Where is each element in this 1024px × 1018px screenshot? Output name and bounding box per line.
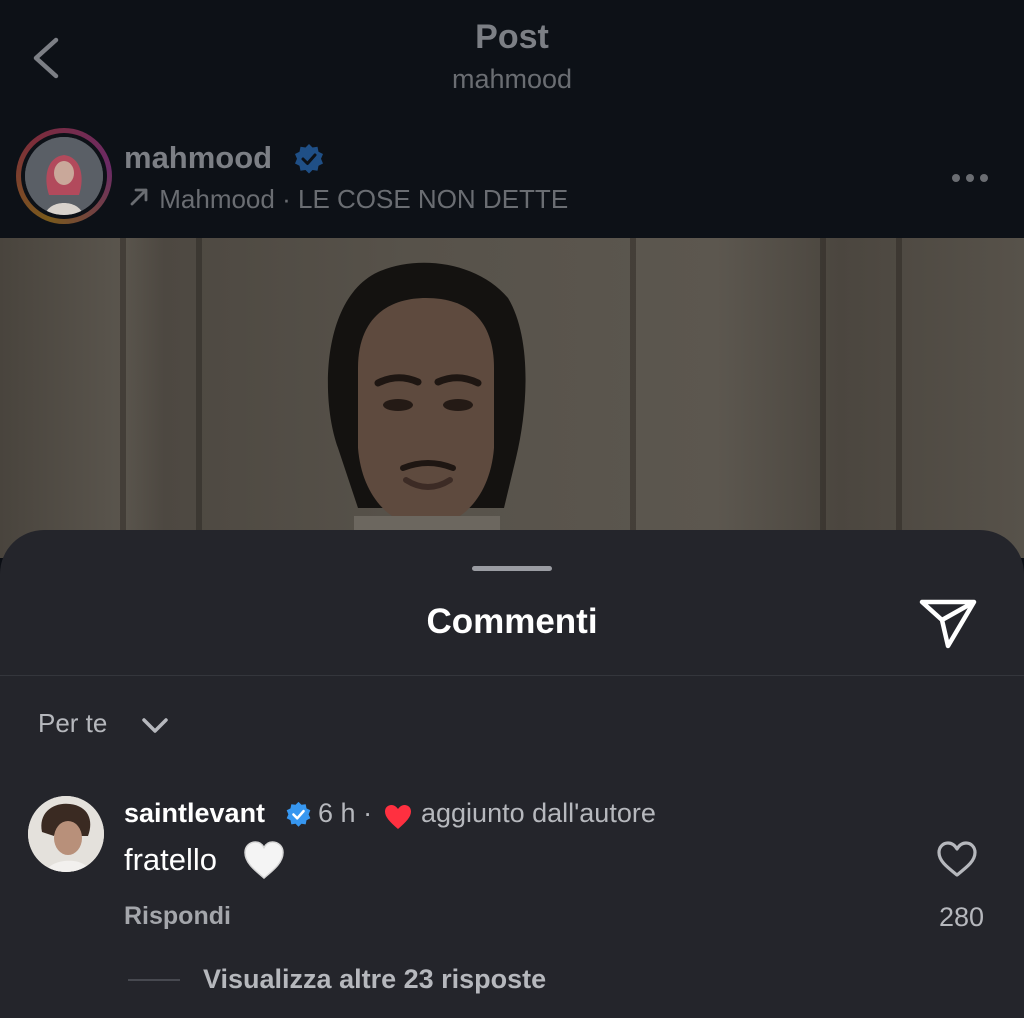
portrait-figure (327, 262, 526, 558)
page-subtitle: mahmood (451, 64, 573, 94)
sheet-divider (0, 675, 1024, 676)
comment-time: 6 h (318, 798, 356, 828)
comment-separator: · (363, 798, 373, 828)
post-image[interactable] (0, 238, 1024, 558)
sort-selector[interactable]: Per te (38, 708, 107, 739)
avatar-image (25, 137, 103, 215)
wall-panel (196, 238, 202, 558)
music-arrow-icon (128, 184, 152, 215)
commenter-username[interactable]: saintlevant (124, 798, 265, 829)
comments-title: Commenti (426, 602, 598, 641)
like-count: 280 (938, 902, 984, 932)
sheet-drag-handle[interactable] (472, 566, 552, 571)
white-heart-emoji (244, 841, 284, 879)
comment-text: fratello (124, 842, 218, 877)
author-liked-note: aggiunto dall'autore (421, 798, 656, 828)
post-header: Post mahmood mahmood Mahmood · LE COSE N… (0, 0, 1024, 238)
music-separator: · (282, 184, 291, 214)
heart-outline-icon[interactable] (936, 840, 978, 878)
more-horizontal-icon[interactable] (950, 160, 990, 191)
comments-sheet: Commenti Per te saintlevant 6 h · aggiun… (0, 530, 1024, 1018)
author-avatar[interactable] (16, 128, 112, 224)
verified-badge-icon (295, 144, 323, 174)
avatar-inner (21, 133, 107, 219)
wall-panel (630, 238, 636, 558)
wall-panel (896, 238, 902, 558)
verified-badge-icon (286, 801, 311, 827)
view-replies-button[interactable]: Visualizza altre 23 risposte (203, 964, 546, 995)
page-title: Post (475, 18, 549, 56)
heart-filled-icon (385, 805, 411, 829)
wall-panel (820, 238, 826, 558)
music-info[interactable]: Mahmood · LE COSE NON DETTE (128, 184, 568, 215)
music-artist: Mahmood (159, 184, 275, 214)
commenter-avatar[interactable] (28, 796, 104, 872)
author-username[interactable]: mahmood (124, 140, 272, 176)
chevron-down-icon[interactable] (140, 714, 170, 736)
reply-button[interactable]: Rispondi (124, 902, 231, 931)
comment-meta: 6 h · (318, 798, 372, 829)
wall-panel (120, 238, 126, 558)
thread-line (128, 979, 180, 981)
paper-plane-icon[interactable] (918, 598, 978, 650)
music-track: LE COSE NON DETTE (298, 184, 569, 214)
commenter-portrait (28, 796, 104, 872)
avatar-portrait (25, 137, 103, 215)
